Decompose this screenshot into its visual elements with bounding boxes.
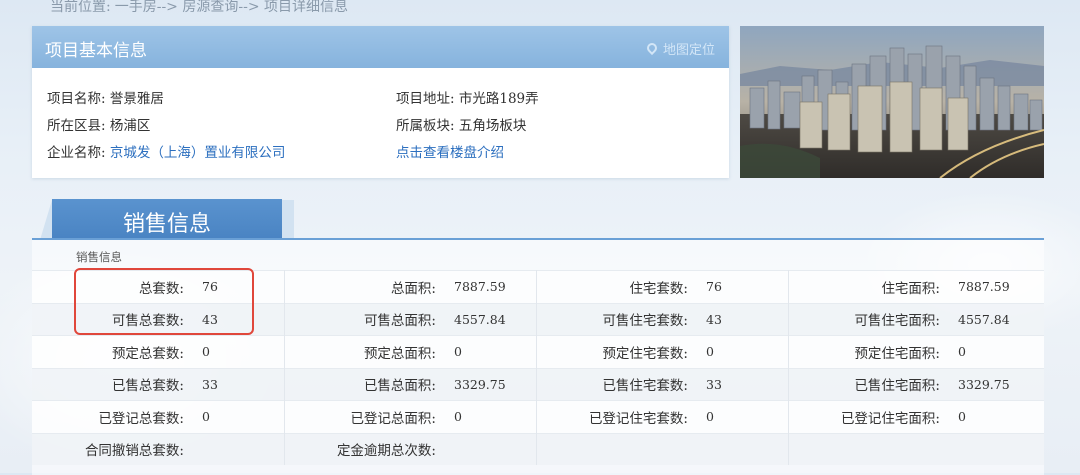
district-value: 杨浦区 — [109, 118, 151, 134]
table-cell-label: 总面积: — [284, 270, 446, 303]
table-cell-label: 可售住宅套数: — [536, 302, 698, 336]
property-intro-link[interactable]: 点击查看楼盘介绍 — [396, 141, 504, 161]
table-cell-label: 住宅面积: — [788, 270, 950, 303]
table-row: 可售总套数: 43 可售总面积: 4557.84 可售住宅套数: 43 可售住宅… — [32, 302, 1044, 336]
table-cell-value: 0 — [950, 335, 1044, 368]
table-row: 已登记总套数: 0 已登记总面积: 0 已登记住宅套数: 0 已登记住宅面积: … — [32, 400, 1044, 433]
table-row: 总套数: 76 总面积: 7887.59 住宅套数: 76 住宅面积: 7887… — [32, 270, 1044, 303]
table-cell-label: 预定总套数: — [32, 335, 194, 368]
table-cell-value: 0 — [698, 335, 789, 368]
table-cell-label: 已登记总面积: — [284, 400, 446, 433]
table-cell-value — [950, 432, 1044, 465]
project-name-value: 誉景雅居 — [109, 91, 164, 107]
city-skyline-image — [740, 26, 1044, 178]
table-cell-label: 预定住宅套数: — [536, 335, 698, 368]
table-cell-value: 7887.59 — [950, 270, 1044, 303]
address-field: 项目地址: 市光路189弄 — [396, 87, 539, 107]
project-name-label: 项目名称: — [47, 91, 106, 107]
table-cell-value: 0 — [194, 335, 285, 368]
table-cell-value — [194, 432, 285, 465]
address-label: 项目地址: — [396, 91, 455, 107]
table-cell-label: 可售总面积: — [284, 302, 446, 336]
tab-sales-info-label: 销售信息 — [122, 212, 211, 237]
breadcrumb-prefix: 当前位置: — [50, 0, 111, 15]
sales-table: 总套数: 76 总面积: 7887.59 住宅套数: 76 住宅面积: 7887… — [32, 270, 1044, 465]
table-cell-value: 0 — [950, 400, 1044, 433]
table-cell-value: 3329.75 — [446, 367, 537, 401]
table-cell-value: 76 — [194, 270, 285, 303]
project-info-header: 项目基本信息 地图定位 — [32, 26, 729, 68]
map-location-label: 地图定位 — [662, 43, 715, 58]
table-cell-value: 0 — [446, 335, 537, 368]
company-label: 企业名称: — [47, 145, 106, 161]
district-field: 所在区县: 杨浦区 — [47, 114, 150, 134]
table-row: 合同撤销总套数: 定金逾期总次数: — [32, 432, 1044, 465]
plate-value: 五角场板块 — [458, 118, 527, 134]
table-row: 已售总套数: 33 已售总面积: 3329.75 已售住宅套数: 33 已售住宅… — [32, 367, 1044, 401]
table-cell-value: 76 — [698, 270, 789, 303]
table-cell-value: 4557.84 — [446, 302, 537, 336]
company-link[interactable]: 京城发（上海）置业有限公司 — [110, 145, 286, 161]
table-cell-label: 已售总面积: — [284, 367, 446, 401]
table-cell-value — [446, 432, 537, 465]
table-cell-label: 定金逾期总次数: — [284, 432, 446, 465]
table-cell-label: 住宅套数: — [536, 270, 698, 303]
table-cell-value: 33 — [194, 367, 285, 401]
breadcrumb-path: 一手房--> 房源查询--> 项目详细信息 — [114, 0, 349, 15]
table-cell-label: 可售住宅面积: — [788, 302, 950, 336]
table-cell-label: 可售总套数: — [32, 302, 194, 336]
table-cell-label: 已登记总套数: — [32, 400, 194, 433]
table-cell-value: 7887.59 — [446, 270, 537, 303]
table-cell-label — [536, 432, 698, 465]
table-cell-label: 合同撤销总套数: — [32, 432, 194, 465]
company-field: 企业名称: 京城发（上海）置业有限公司 — [47, 141, 285, 161]
map-location-link[interactable]: 地图定位 — [644, 39, 715, 58]
table-cell-value: 0 — [446, 400, 537, 433]
table-cell-label: 已售总套数: — [32, 367, 194, 401]
plate-field: 所属板块: 五角场板块 — [396, 114, 526, 134]
breadcrumb: 当前位置: 一手房--> 房源查询--> 项目详细信息 — [50, 0, 352, 16]
project-info-card: 项目基本信息 地图定位 项目名称: 誉景雅居 所在区县: 杨浦区 企业名称: 京… — [32, 26, 729, 178]
address-value: 市光路189弄 — [458, 91, 539, 107]
project-info-title: 项目基本信息 — [45, 41, 147, 61]
table-cell-value: 0 — [698, 400, 789, 433]
project-photo — [740, 26, 1044, 178]
table-cell-label — [788, 432, 950, 465]
table-row: 预定总套数: 0 预定总面积: 0 预定住宅套数: 0 预定住宅面积: 0 — [32, 335, 1044, 368]
table-cell-value: 3329.75 — [950, 367, 1044, 401]
table-cell-label: 总套数: — [32, 270, 194, 303]
table-cell-label: 已售住宅套数: — [536, 367, 698, 401]
table-cell-value — [698, 432, 789, 465]
table-cell-label: 预定住宅面积: — [788, 335, 950, 368]
table-cell-value: 0 — [194, 400, 285, 433]
table-cell-label: 已售住宅面积: — [788, 367, 950, 401]
table-cell-value: 43 — [698, 302, 789, 336]
table-cell-value: 4557.84 — [950, 302, 1044, 336]
table-cell-value: 33 — [698, 367, 789, 401]
table-cell-label: 已登记住宅面积: — [788, 400, 950, 433]
plate-label: 所属板块: — [396, 118, 455, 134]
sales-subtitle: 销售信息 — [76, 250, 122, 264]
project-name-field: 项目名称: 誉景雅居 — [47, 87, 164, 107]
map-pin-icon — [644, 40, 660, 56]
table-cell-label: 已登记住宅套数: — [536, 400, 698, 433]
district-label: 所在区县: — [47, 118, 106, 134]
table-cell-value: 43 — [194, 302, 285, 336]
table-cell-label: 预定总面积: — [284, 335, 446, 368]
